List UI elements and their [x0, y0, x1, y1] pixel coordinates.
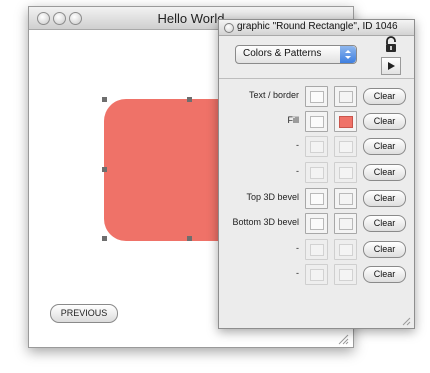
properties-palette: graphic "Round Rectangle", ID 1046 Color…	[218, 19, 415, 329]
row-label: Bottom 3D bevel	[232, 217, 299, 227]
color-swatch-primary[interactable]	[305, 136, 328, 157]
color-swatch-primary[interactable]	[305, 264, 328, 285]
clear-button[interactable]: Clear	[363, 164, 406, 181]
select-arrows-icon	[340, 46, 356, 63]
clear-button[interactable]: Clear	[363, 190, 406, 207]
swatch-preview	[339, 167, 353, 179]
row-label: Text / border	[248, 90, 299, 100]
color-swatch-secondary[interactable]	[334, 111, 357, 132]
swatch-preview	[310, 91, 324, 103]
palette-close-button[interactable]	[224, 23, 234, 33]
color-swatch-secondary[interactable]	[334, 86, 357, 107]
color-swatch-primary[interactable]	[305, 213, 328, 234]
clear-button[interactable]: Clear	[363, 266, 406, 283]
selection-handle[interactable]	[102, 236, 107, 241]
swatch-preview	[310, 193, 324, 205]
selection-handle[interactable]	[102, 167, 107, 172]
row-label: -	[296, 268, 299, 278]
swatch-preview	[310, 218, 324, 230]
lock-icon[interactable]	[382, 36, 400, 54]
clear-button[interactable]: Clear	[363, 113, 406, 130]
row-label: Fill	[287, 115, 300, 125]
clear-button[interactable]: Clear	[363, 88, 406, 105]
palette-title: graphic "Round Rectangle", ID 1046	[237, 21, 398, 32]
color-swatch-secondary[interactable]	[334, 239, 357, 260]
color-swatch-primary[interactable]	[305, 162, 328, 183]
swatch-preview	[310, 167, 324, 179]
swatch-preview	[310, 116, 324, 128]
color-swatch-secondary[interactable]	[334, 213, 357, 234]
row-label: -	[296, 140, 299, 150]
palette-divider	[219, 78, 414, 79]
clear-button[interactable]: Clear	[363, 241, 406, 258]
swatch-preview	[339, 193, 353, 205]
selection-handle[interactable]	[102, 97, 107, 102]
swatch-preview	[310, 141, 324, 153]
selection-handle[interactable]	[187, 236, 192, 241]
clear-button[interactable]: Clear	[363, 215, 406, 232]
color-swatch-secondary[interactable]	[334, 264, 357, 285]
clear-button[interactable]: Clear	[363, 138, 406, 155]
color-swatch-secondary[interactable]	[334, 162, 357, 183]
swatch-preview	[339, 91, 353, 103]
swatch-preview	[339, 269, 353, 281]
swatch-preview	[339, 116, 353, 128]
swatch-preview	[339, 218, 353, 230]
swatch-preview	[310, 269, 324, 281]
resize-grip-icon[interactable]	[401, 316, 411, 326]
color-swatch-primary[interactable]	[305, 239, 328, 260]
row-label: -	[296, 243, 299, 253]
color-swatch-secondary[interactable]	[334, 188, 357, 209]
category-select[interactable]: Colors & Patterns	[235, 45, 357, 64]
resize-grip-icon[interactable]	[337, 333, 349, 345]
color-swatch-primary[interactable]	[305, 111, 328, 132]
category-select-label: Colors & Patterns	[243, 48, 322, 59]
play-icon	[388, 62, 395, 70]
color-swatch-primary[interactable]	[305, 188, 328, 209]
row-label: -	[296, 166, 299, 176]
swatch-preview	[339, 141, 353, 153]
row-label: Top 3D bevel	[246, 192, 299, 202]
previous-button[interactable]: PREVIOUS	[50, 304, 118, 323]
play-button[interactable]	[381, 57, 401, 75]
color-swatch-primary[interactable]	[305, 86, 328, 107]
swatch-preview	[310, 244, 324, 256]
color-swatch-secondary[interactable]	[334, 136, 357, 157]
swatch-preview	[339, 244, 353, 256]
palette-titlebar[interactable]: graphic "Round Rectangle", ID 1046	[219, 20, 414, 36]
selection-handle[interactable]	[187, 97, 192, 102]
